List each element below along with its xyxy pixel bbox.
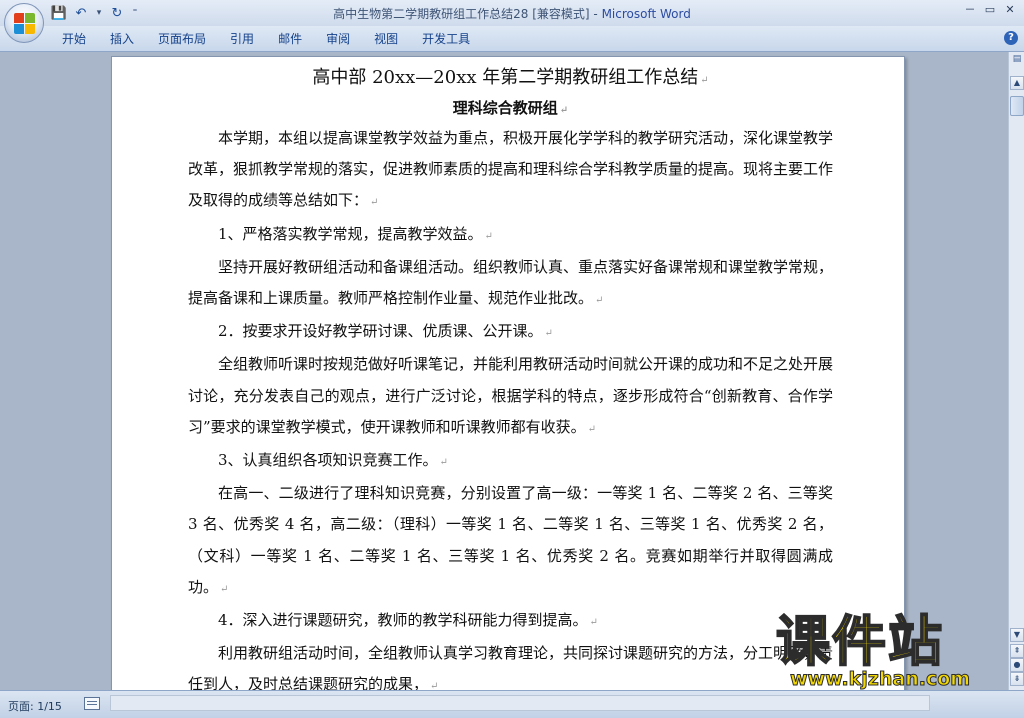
vertical-scrollbar[interactable]: ▤ ▲ ▼ ⇞ ● ⇟ <box>1008 52 1024 690</box>
tab-references[interactable]: 引用 <box>218 31 266 47</box>
tab-page-layout[interactable]: 页面布局 <box>146 31 218 47</box>
body-paragraph: 本学期，本组以提高课堂教学效益为重点，积极开展化学学科的教学研究活动，深化课堂教… <box>188 129 834 210</box>
body-paragraph: 坚持开展好教研组活动和备课组活动。组织教师认真、重点落实好备课常规和课堂教学常规… <box>188 257 834 308</box>
office-button[interactable] <box>4 3 44 43</box>
body-paragraph: 在高一、二级进行了理科知识竞赛，分别设置了高一级：一等奖 1 名、二等奖 2 名… <box>188 484 833 596</box>
paragraph-mark: ↵ <box>700 75 709 86</box>
document-name: 高中生物第二学期教研组工作总结28 [兼容模式] <box>333 7 590 21</box>
status-bar: 页面: 1/15 <box>0 690 1024 718</box>
scroll-thumb[interactable] <box>1010 96 1024 116</box>
next-page-icon[interactable]: ⇟ <box>1010 672 1024 686</box>
section-heading: 2．按要求开设好教学研讨课、优质课、公开课。 ↵ <box>218 322 553 341</box>
minimize-button[interactable]: － <box>962 2 978 16</box>
body-paragraph: 利用教研组活动时间，全组教师认真学习教育理论，共同探讨课题研究的方法，分工明确，… <box>188 638 833 690</box>
paragraph-mark: ↵ <box>587 423 597 435</box>
document-title: 高中部 20xx—20xx 年第二学期教研组工作总结 ↵ <box>312 67 709 88</box>
paragraph-mark: ↵ <box>439 457 448 469</box>
tab-insert[interactable]: 插入 <box>98 31 146 47</box>
document-workspace: 高中部 20xx—20xx 年第二学期教研组工作总结 ↵ 理科综合教研组 ↵ 本学期… <box>0 52 1008 690</box>
paragraph-mark: ↵ <box>559 105 569 116</box>
previous-page-icon[interactable]: ⇞ <box>1010 644 1024 658</box>
tab-review[interactable]: 审阅 <box>314 31 362 47</box>
help-icon[interactable]: ? <box>1004 31 1018 45</box>
office-logo-icon <box>14 13 36 35</box>
horizontal-scrollbar[interactable] <box>110 695 930 711</box>
tab-developer[interactable]: 开发工具 <box>410 31 482 47</box>
app-name: Microsoft Word <box>601 7 691 21</box>
title-bar: 💾 ↶ ▾ ↻ ⁼ 高中生物第二学期教研组工作总结28 [兼容模式] - Mic… <box>0 0 1024 26</box>
browse-object-icon[interactable]: ● <box>1010 658 1024 672</box>
tab-mailings[interactable]: 邮件 <box>266 31 314 47</box>
body-paragraph: 全组教师听课时按规范做好听课笔记，并能利用教研活动时间就公开课的成功和不足之处开… <box>188 355 834 436</box>
window-controls: － ▭ ✕ <box>962 2 1018 17</box>
title-separator: - <box>589 7 602 21</box>
ruler-toggle-icon[interactable]: ▤ <box>1010 54 1024 66</box>
restore-button[interactable]: ▭ <box>982 2 998 16</box>
section-heading: 1、严格落实教学常规，提高教学效益。 ↵ <box>218 224 493 243</box>
page-content: 高中部 20xx—20xx 年第二学期教研组工作总结 ↵ 理科综合教研组 ↵ 本学期… <box>188 63 833 690</box>
paragraph-mark: ↵ <box>544 328 553 340</box>
section-heading: 4．深入进行课题研究，教师的教学科研能力得到提高。 ↵ <box>218 611 598 630</box>
paragraph-mark: ↵ <box>589 617 598 629</box>
paragraph-mark: ↵ <box>370 197 379 209</box>
paragraph-mark: ↵ <box>484 230 493 242</box>
tab-view[interactable]: 视图 <box>362 31 410 47</box>
section-heading: 3、认真组织各项知识竞赛工作。 ↵ <box>218 451 448 470</box>
page-count[interactable]: 页面: 1/15 <box>8 698 62 714</box>
scroll-down-icon[interactable]: ▼ <box>1010 628 1024 642</box>
paragraph-mark: ↵ <box>220 583 229 595</box>
tab-home[interactable]: 开始 <box>50 31 98 47</box>
ribbon-tabs: 开始 插入 页面布局 引用 邮件 审阅 视图 开发工具 <box>50 31 482 47</box>
paragraph-mark: ↵ <box>430 681 439 690</box>
window-title: 高中生物第二学期教研组工作总结28 [兼容模式] - Microsoft Wor… <box>0 5 1024 22</box>
document-status-icon[interactable] <box>84 697 100 710</box>
document-page[interactable]: 高中部 20xx—20xx 年第二学期教研组工作总结 ↵ 理科综合教研组 ↵ 本学期… <box>111 56 905 690</box>
document-subtitle: 理科综合教研组 ↵ <box>452 99 569 117</box>
close-button[interactable]: ✕ <box>1002 2 1018 16</box>
scroll-up-icon[interactable]: ▲ <box>1010 76 1024 90</box>
paragraph-mark: ↵ <box>595 295 604 307</box>
ribbon: 开始 插入 页面布局 引用 邮件 审阅 视图 开发工具 ? <box>0 26 1024 52</box>
